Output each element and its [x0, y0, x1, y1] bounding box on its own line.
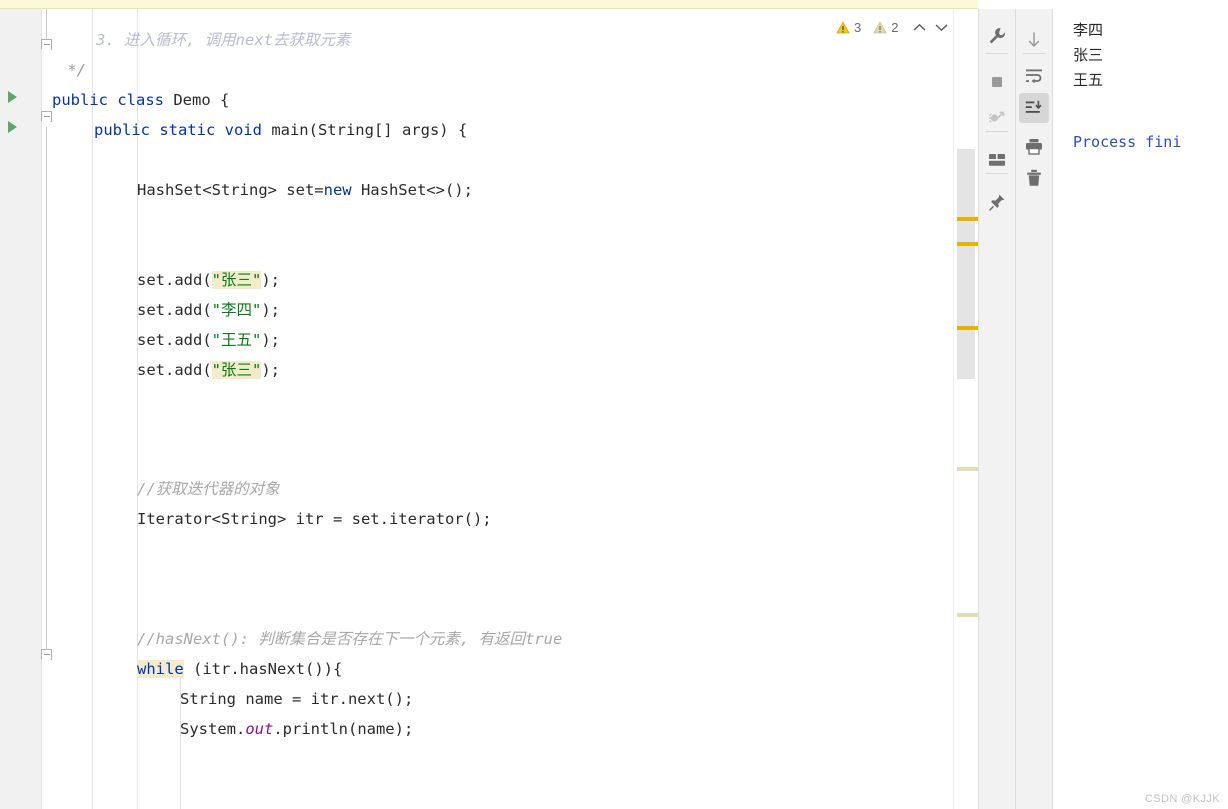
next-problem-chevron-down-icon[interactable] [932, 18, 950, 36]
code-token: set.add( [137, 301, 212, 319]
code-line[interactable]: set.add("张三"); [137, 265, 280, 295]
code-token: "张三" [211, 361, 262, 379]
code-token: ); [261, 301, 280, 319]
code-token: "王五" [211, 331, 262, 349]
previous-problem-chevron-up-icon[interactable] [910, 18, 928, 36]
problem-marker[interactable] [957, 326, 979, 330]
code-token: set.add( [137, 361, 212, 379]
code-line[interactable]: HashSet<String> set=new HashSet<>(); [137, 175, 473, 205]
code-line[interactable]: set.add("王五"); [137, 325, 280, 355]
error-count-label: 3 [854, 19, 862, 35]
editor-marker-scrollbar[interactable] [953, 9, 979, 809]
code-token: new [323, 181, 361, 199]
code-line[interactable]: public class Demo { [52, 85, 229, 115]
code-line[interactable]: //hasNext(): 判断集合是否存在下一个元素, 有返回true [137, 624, 562, 654]
toolbar-separator [986, 173, 1008, 174]
code-token: (itr.hasNext()){ [183, 660, 343, 678]
code-token: "李四" [211, 301, 262, 319]
code-line[interactable]: 3. 进入循环, 调用next去获取元素 [96, 25, 351, 55]
code-token: "张三" [211, 271, 262, 289]
error-count-group[interactable]: 3 [836, 20, 861, 35]
code-line[interactable]: set.add("李四"); [137, 295, 280, 325]
warning-triangle-icon [873, 20, 888, 34]
code-token: ); [261, 331, 280, 349]
warning-count-label: 2 [891, 19, 899, 35]
problem-marker[interactable] [957, 217, 979, 221]
code-text-layer[interactable]: 3. 进入循环, 调用next去获取元素 */ public class Demo… [0, 9, 952, 809]
console-output-line: 王五 [1073, 71, 1104, 89]
code-line[interactable]: */ [58, 55, 86, 85]
code-token: .println(name); [273, 720, 414, 738]
problem-marker[interactable] [957, 613, 979, 617]
run-window-toolbar-left[interactable] [978, 9, 1015, 809]
run-window-toolbar-right[interactable] [1015, 9, 1052, 809]
code-token: System. [180, 720, 246, 738]
problem-marker[interactable] [957, 242, 979, 246]
editor-notification-banner [0, 0, 978, 9]
soft-wrap-icon[interactable] [1019, 61, 1049, 91]
code-line[interactable]: //获取迭代器的对象 [137, 474, 280, 504]
code-token: (String[] args) { [308, 121, 468, 139]
code-token: out [245, 720, 274, 738]
code-line[interactable]: Iterator<String> itr = set.iterator(); [137, 504, 492, 534]
code-token: String name = itr.next(); [180, 690, 414, 708]
code-editor[interactable]: 3. 进入循环, 调用next去获取元素 */ public class Demo… [0, 9, 952, 809]
code-token: public class [52, 91, 174, 109]
code-token: Iterator<String> itr = set.iterator(); [137, 510, 492, 528]
code-line[interactable]: set.add("张三"); [137, 355, 280, 385]
code-token: Demo [173, 91, 220, 109]
run-console-output[interactable]: 李四 张三 王五 Process fini [1052, 9, 1228, 809]
pin-icon[interactable] [982, 187, 1012, 217]
code-token: main [271, 121, 309, 139]
console-process-line: Process fini [1073, 133, 1182, 151]
code-token: public static void [94, 121, 272, 139]
problem-marker[interactable] [957, 467, 979, 471]
code-token: ); [261, 361, 280, 379]
toolbar-separator [986, 53, 1008, 54]
code-line[interactable]: String name = itr.next(); [180, 684, 413, 714]
code-token: 3. 进入循环, 调用next去获取元素 [96, 31, 351, 49]
code-token: ); [261, 271, 280, 289]
layout-icon[interactable] [982, 145, 1012, 175]
code-token: while [137, 660, 184, 678]
code-token: { [220, 91, 230, 109]
code-line[interactable]: public static void main(String[] args) { [94, 115, 467, 145]
toolbar-separator [986, 131, 1008, 132]
watermark: CSDN @KJJK [1144, 793, 1220, 805]
code-token: HashSet<String> set= [137, 181, 324, 199]
scroll-down-icon[interactable] [1019, 25, 1049, 55]
error-triangle-icon [836, 20, 850, 34]
code-token: set.add( [137, 271, 212, 289]
code-token: //hasNext(): 判断集合是否存在下一个元素, 有返回true [137, 630, 563, 648]
scroll-to-end-icon[interactable] [1019, 93, 1049, 123]
code-token: //获取迭代器的对象 [137, 480, 280, 498]
debug-rerun-icon[interactable] [982, 103, 1012, 133]
code-token: set.add( [137, 331, 212, 349]
warning-count-group[interactable]: 2 [873, 20, 898, 35]
settings-wrench-icon[interactable] [982, 21, 1012, 51]
toolbar-separator [1023, 53, 1045, 54]
inspection-widget[interactable]: 3 2 [836, 18, 950, 36]
ide-screenshot: 3. 进入循环, 调用next去获取元素 */ public class Demo… [0, 0, 1228, 809]
code-token: */ [58, 61, 86, 79]
scrollbar-thumb[interactable] [957, 149, 975, 379]
code-line[interactable]: System.out.println(name); [180, 714, 413, 744]
code-token: HashSet<>(); [360, 181, 473, 199]
stop-icon[interactable] [982, 67, 1012, 97]
trash-icon[interactable] [1019, 163, 1049, 193]
print-icon[interactable] [1019, 131, 1049, 161]
code-line[interactable]: while (itr.hasNext()){ [137, 654, 342, 684]
